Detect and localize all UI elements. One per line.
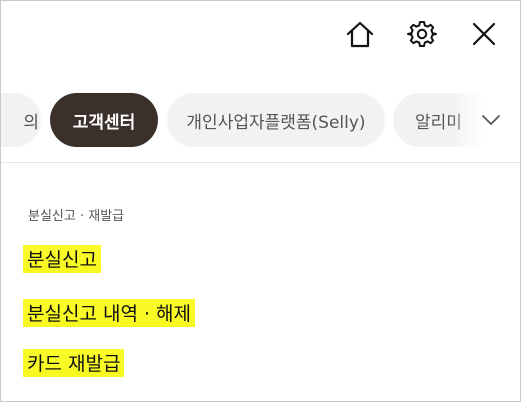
menu-item-lost-report-history[interactable]: 분실신고 내역 · 해제 [23,299,195,327]
chevron-down-icon [481,111,501,130]
app-window: 의 고객센터 개인사업자플랫폼(Selly) 알리미 분실신고 · 재발급 분실… [0,0,521,402]
menu-item-lost-report[interactable]: 분실신고 [23,245,101,273]
tab-label: 의 [23,112,39,133]
close-icon [471,21,497,47]
home-button[interactable] [340,14,380,54]
close-button[interactable] [464,14,504,54]
divider [1,162,520,163]
tab-customer-center[interactable]: 고객센터 [50,93,158,147]
expand-categories-button[interactable] [478,107,504,133]
tab-label: 알리미 [415,112,462,133]
gear-icon [407,19,437,49]
top-toolbar [340,14,504,54]
tab-label: 고객센터 [72,112,136,133]
menu-item-card-reissue[interactable]: 카드 재발급 [23,349,125,377]
tab-label: 개인사업자플랫폼(Selly) [186,112,366,133]
tab-selly[interactable]: 개인사업자플랫폼(Selly) [167,93,385,147]
home-icon [345,19,375,49]
settings-button[interactable] [402,14,442,54]
tab-previous[interactable]: 의 [1,93,41,147]
category-tabs: 의 고객센터 개인사업자플랫폼(Selly) 알리미 [1,93,520,147]
section-title: 분실신고 · 재발급 [28,209,125,224]
